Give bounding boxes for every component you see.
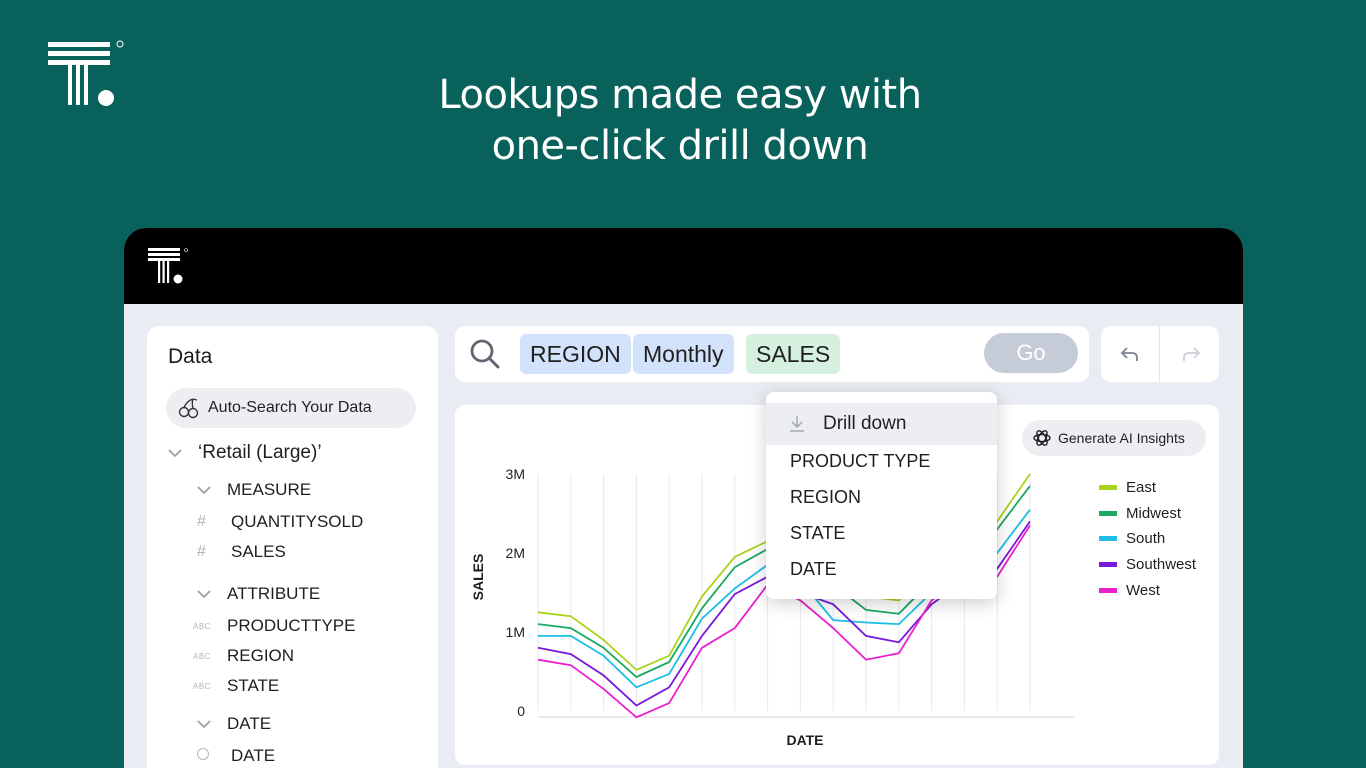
group-label: ATTRIBUTE — [227, 584, 321, 603]
divider — [1159, 326, 1160, 382]
y-tick-label: 0 — [517, 703, 525, 719]
app-topbar — [124, 228, 1243, 304]
group-date[interactable]: DATE — [197, 714, 271, 734]
menu-item-date[interactable]: DATE — [790, 559, 837, 580]
column-label: REGION — [227, 646, 295, 665]
y-axis-label: SALES — [470, 554, 486, 601]
legend-swatch — [1099, 536, 1117, 542]
ai-spark-icon — [1033, 430, 1051, 446]
legend-item-south[interactable]: South — [1099, 526, 1196, 552]
undo-icon[interactable] — [1119, 343, 1141, 365]
search-icon — [470, 339, 500, 369]
y-tick-label: 3M — [506, 466, 525, 482]
text-glyph-icon: ABC — [193, 651, 211, 661]
column-label: STATE — [227, 676, 280, 695]
legend-label: West — [1126, 581, 1160, 599]
search-token-sales[interactable]: SALES — [746, 334, 841, 374]
chevron-down-icon — [168, 449, 182, 458]
generate-ai-insights-button[interactable]: Generate AI Insights — [1022, 420, 1206, 456]
chevron-down-icon — [197, 590, 211, 599]
chevron-down-icon — [197, 720, 211, 729]
legend-item-southwest[interactable]: Southwest — [1099, 552, 1196, 578]
legend-label: East — [1126, 479, 1157, 497]
search-bar[interactable]: REGION Monthly SALES Go — [455, 326, 1089, 382]
menu-item-region[interactable]: REGION — [790, 487, 861, 508]
data-source-row[interactable]: ‘Retail (Large)’ — [168, 442, 322, 464]
data-panel-title: Data — [168, 345, 213, 368]
column-item[interactable]: ABC STATE — [193, 676, 279, 696]
auto-search-button[interactable]: Auto-Search Your Data — [166, 388, 416, 428]
y-tick-label: 2M — [506, 545, 525, 561]
legend-swatch — [1099, 485, 1117, 491]
legend-item-east[interactable]: East — [1099, 475, 1196, 501]
group-measure[interactable]: MEASURE — [197, 480, 311, 500]
legend-swatch — [1099, 562, 1117, 568]
brand-logo — [48, 40, 124, 106]
group-attribute[interactable]: ATTRIBUTE — [197, 584, 320, 604]
download-arrow-icon — [790, 416, 804, 432]
cherries-icon — [178, 398, 199, 419]
data-panel: Data Auto-Search Your Data ‘Retail (Larg… — [147, 326, 438, 768]
redo-icon[interactable] — [1180, 343, 1202, 365]
legend-item-west[interactable]: West — [1099, 577, 1196, 603]
column-item[interactable]: ABC PRODUCTTYPE — [193, 616, 355, 636]
search-token-monthly[interactable]: Monthly — [633, 334, 734, 374]
x-axis-label: DATE — [786, 732, 823, 748]
column-item[interactable]: # QUANTITYSOLD — [197, 512, 363, 532]
legend-swatch — [1099, 587, 1117, 593]
column-label: PRODUCTTYPE — [227, 616, 356, 635]
ai-button-label: Generate AI Insights — [1058, 430, 1185, 446]
go-button[interactable]: Go — [984, 333, 1078, 373]
drill-down-option[interactable]: Drill down — [766, 403, 997, 445]
text-glyph-icon: ABC — [193, 681, 211, 691]
group-label: MEASURE — [227, 480, 312, 499]
search-token-region[interactable]: REGION — [520, 334, 631, 374]
column-label: DATE — [231, 746, 276, 765]
column-label: QUANTITYSOLD — [231, 512, 364, 531]
column-item[interactable]: # SALES — [197, 542, 286, 562]
headline-line-2: one-click drill down — [491, 123, 869, 169]
chevron-down-icon — [197, 486, 211, 495]
legend-label: Midwest — [1126, 504, 1182, 522]
legend-label: Southwest — [1126, 556, 1197, 574]
history-controls — [1101, 326, 1219, 382]
number-glyph-icon: # — [197, 543, 206, 560]
text-glyph-icon: ABC — [193, 621, 211, 631]
app-logo[interactable] — [147, 247, 189, 285]
data-source-name: ‘Retail (Large)’ — [198, 442, 322, 463]
legend-swatch — [1099, 510, 1117, 516]
drill-down-menu: Drill down PRODUCT TYPE REGION STATE DAT… — [766, 392, 997, 599]
date-glyph-icon — [197, 747, 231, 765]
app-window: Data Auto-Search Your Data ‘Retail (Larg… — [124, 228, 1243, 768]
y-tick-label: 1M — [506, 624, 525, 640]
number-glyph-icon: # — [197, 513, 206, 530]
column-item[interactable]: ABC REGION — [193, 646, 294, 666]
column-item[interactable]: DATE — [197, 746, 275, 766]
auto-search-label: Auto-Search Your Data — [208, 399, 372, 416]
headline-line-1: Lookups made easy with — [438, 72, 922, 118]
menu-item-product-type[interactable]: PRODUCT TYPE — [790, 451, 930, 472]
chart-legend: East Midwest South Southwest West — [1099, 475, 1196, 603]
column-label: SALES — [231, 542, 286, 561]
legend-item-midwest[interactable]: Midwest — [1099, 501, 1196, 527]
headline: Lookups made easy with one-click drill d… — [330, 70, 1030, 172]
drill-down-label: Drill down — [823, 413, 907, 434]
menu-item-state[interactable]: STATE — [790, 523, 845, 544]
group-label: DATE — [227, 714, 272, 733]
legend-label: South — [1126, 530, 1166, 548]
